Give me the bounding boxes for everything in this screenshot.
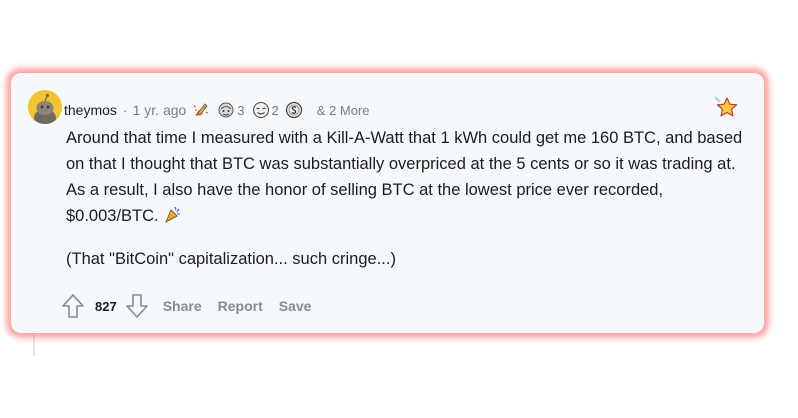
party-popper-icon bbox=[164, 206, 180, 224]
wholesome-award-icon bbox=[252, 102, 269, 118]
comment-body: Around that time I measured with a Kill-… bbox=[66, 125, 746, 272]
downvote-arrow-icon bbox=[125, 294, 148, 318]
upvote-button[interactable] bbox=[61, 293, 85, 319]
username-link[interactable]: theymos bbox=[64, 102, 117, 118]
star-icon bbox=[714, 96, 738, 117]
upvote-arrow-icon bbox=[62, 294, 84, 318]
vote-score: 827 bbox=[95, 298, 117, 314]
award-1[interactable] bbox=[192, 101, 210, 119]
silver-coin-award-icon bbox=[285, 101, 302, 119]
share-button[interactable]: Share bbox=[163, 298, 202, 314]
more-awards-link[interactable]: & 2 More bbox=[317, 103, 370, 118]
comment-paragraph: Around that time I measured with a Kill-… bbox=[66, 125, 746, 232]
avatar[interactable] bbox=[28, 90, 62, 124]
comment-screenshot: theymos · 1 yr. ago 3 2 & 2 More Around … bbox=[0, 0, 798, 418]
save-button[interactable]: Save bbox=[279, 298, 312, 314]
star-award-badge[interactable] bbox=[711, 93, 739, 126]
inline-award bbox=[163, 204, 183, 232]
separator: · bbox=[122, 102, 128, 118]
comment-actions: 827 Share Report Save bbox=[61, 292, 311, 320]
downvote-button[interactable] bbox=[125, 293, 149, 319]
rocket-like-award-icon bbox=[194, 103, 209, 116]
comment-paragraph: (That "BitCoin" capitalization... such c… bbox=[66, 250, 396, 268]
award-3-count: 2 bbox=[271, 102, 279, 118]
comment-header: theymos · 1 yr. ago 3 2 & 2 More bbox=[64, 100, 370, 120]
snoo-avatar-icon bbox=[28, 90, 62, 124]
report-button[interactable]: Report bbox=[218, 298, 263, 314]
helpful-award-icon bbox=[218, 102, 234, 118]
award-3[interactable]: 2 bbox=[251, 101, 279, 119]
award-2-count: 3 bbox=[237, 102, 245, 118]
award-2[interactable]: 3 bbox=[216, 101, 245, 119]
timestamp-link[interactable]: 1 yr. ago bbox=[133, 102, 187, 118]
award-4[interactable] bbox=[285, 101, 303, 119]
comment-card: theymos · 1 yr. ago 3 2 & 2 More Around … bbox=[11, 73, 764, 333]
